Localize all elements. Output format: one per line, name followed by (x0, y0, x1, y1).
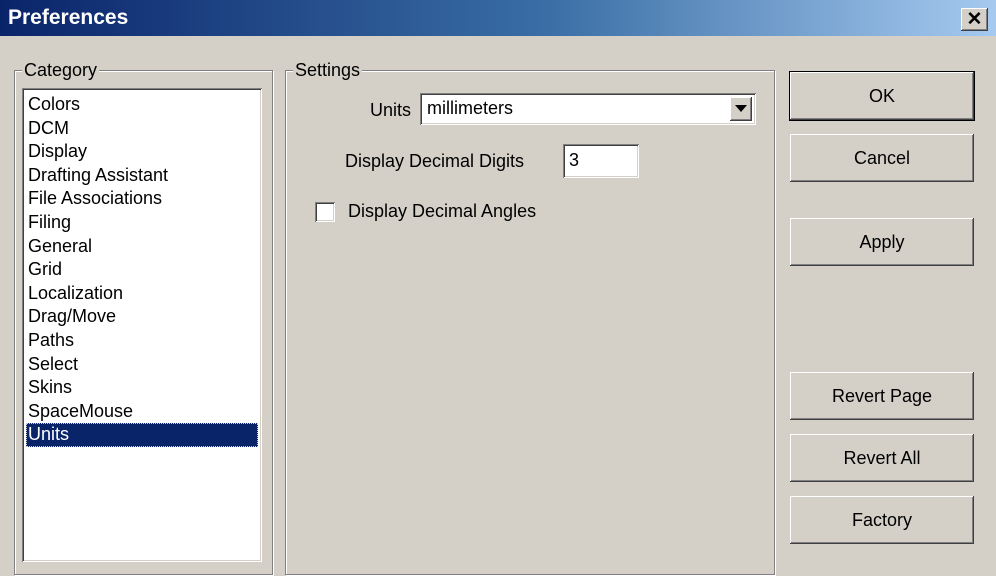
category-list[interactable]: Colors DCM Display Drafting Assistant File A… (22, 88, 262, 562)
close-button[interactable]: ✕ (961, 8, 988, 31)
apply-button[interactable]: Apply (790, 218, 974, 266)
category-item[interactable]: Drafting Assistant (26, 164, 258, 188)
cancel-button[interactable]: Cancel (790, 134, 974, 182)
cancel-button-label: Cancel (853, 147, 911, 168)
category-item[interactable]: Paths (26, 329, 258, 353)
decimal-digits-value: 3 (569, 150, 580, 170)
category-item[interactable]: Select (26, 353, 258, 377)
category-item[interactable]: Drag/Move (26, 305, 258, 329)
decimal-angles-checkbox[interactable] (315, 202, 335, 222)
category-item[interactable]: Grid (26, 258, 258, 282)
factory-button[interactable]: Factory (790, 496, 974, 544)
units-dropdown[interactable]: millimeters (420, 93, 756, 125)
category-item[interactable]: Units (26, 423, 258, 447)
category-item[interactable]: SpaceMouse (26, 400, 258, 424)
category-item[interactable]: Display (26, 140, 258, 164)
settings-legend: Settings (293, 59, 363, 81)
units-value: millimeters (427, 98, 514, 118)
factory-button-label: Factory (851, 509, 912, 530)
category-item[interactable]: DCM (26, 117, 258, 141)
decimal-angles-label[interactable]: Display Decimal Angles (348, 201, 536, 222)
ok-button-label: OK (868, 85, 895, 106)
revert-page-button[interactable]: Revert Page (790, 372, 974, 420)
category-item[interactable]: Colors (26, 93, 258, 117)
decimal-digits-input[interactable]: 3 (563, 144, 639, 178)
units-dropdown-button[interactable] (730, 97, 752, 121)
decimal-digits-label: Display Decimal Digits (345, 151, 525, 171)
title-bar[interactable]: Preferences ✕ (0, 0, 996, 36)
revert-all-button-label: Revert All (843, 447, 921, 468)
category-item[interactable]: Localization (26, 282, 258, 306)
category-item[interactable]: Skins (26, 376, 258, 400)
dropdown-arrow-icon (735, 105, 747, 112)
units-label: Units (370, 100, 412, 120)
category-item[interactable]: Filing (26, 211, 258, 235)
revert-all-button[interactable]: Revert All (790, 434, 974, 482)
settings-group: Settings (285, 59, 775, 575)
category-legend: Category (22, 59, 100, 81)
close-icon: ✕ (966, 9, 983, 30)
category-item[interactable]: General (26, 235, 258, 259)
ok-button[interactable]: OK (790, 72, 974, 120)
window-title: Preferences (8, 6, 129, 29)
revert-page-button-label: Revert Page (831, 385, 933, 406)
apply-button-label: Apply (859, 231, 905, 252)
category-item[interactable]: File Associations (26, 187, 258, 211)
